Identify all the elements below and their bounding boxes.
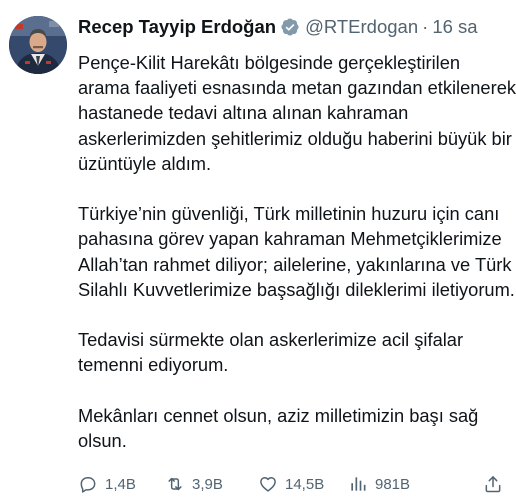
avatar[interactable] xyxy=(9,16,67,74)
like-count: 14,5B xyxy=(285,475,325,493)
tweet-paragraph-4: Mekânları cennet olsun, aziz milletimizi… xyxy=(78,404,479,451)
reply-count: 1,4B xyxy=(105,475,136,493)
separator-dot: · xyxy=(422,16,429,37)
like-icon xyxy=(258,474,278,494)
share-icon xyxy=(483,474,503,494)
tweet-actions: 1,4B 3,9B 14,5B 981B xyxy=(78,472,508,496)
retweet-button[interactable]: 3,9B xyxy=(165,472,223,496)
tweet-text: Pençe-Kilit Harekâtı bölgesinde gerçekle… xyxy=(78,50,516,453)
tweet-paragraph-1: Pençe-Kilit Harekâtı bölgesinde gerçekle… xyxy=(78,52,516,174)
tweet-paragraph-3: Tedavisi sürmekte olan askerlerimize aci… xyxy=(78,329,464,376)
tweet-header: Recep Tayyip Erdoğan @RTErdogan · 16 sa xyxy=(78,14,516,40)
tweet-timestamp[interactable]: 16 sa xyxy=(432,14,477,40)
view-count: 981B xyxy=(375,475,411,493)
views-button[interactable]: 981B xyxy=(348,472,410,496)
tweet-paragraph-2: Türkiye’nin güvenliği, Türk milletinin h… xyxy=(78,203,515,300)
user-handle[interactable]: @RTErdogan xyxy=(305,14,418,40)
views-icon xyxy=(348,474,368,494)
tweet[interactable]: Recep Tayyip Erdoğan @RTErdogan · 16 sa … xyxy=(0,0,516,500)
reply-icon xyxy=(78,474,98,494)
verified-badge-icon[interactable] xyxy=(280,17,300,37)
reply-button[interactable]: 1,4B xyxy=(78,472,136,496)
display-name[interactable]: Recep Tayyip Erdoğan xyxy=(78,14,276,40)
profile-photo xyxy=(9,16,67,74)
retweet-count: 3,9B xyxy=(192,475,223,493)
like-button[interactable]: 14,5B xyxy=(258,472,324,496)
retweet-icon xyxy=(165,474,185,494)
share-button[interactable] xyxy=(483,472,510,496)
